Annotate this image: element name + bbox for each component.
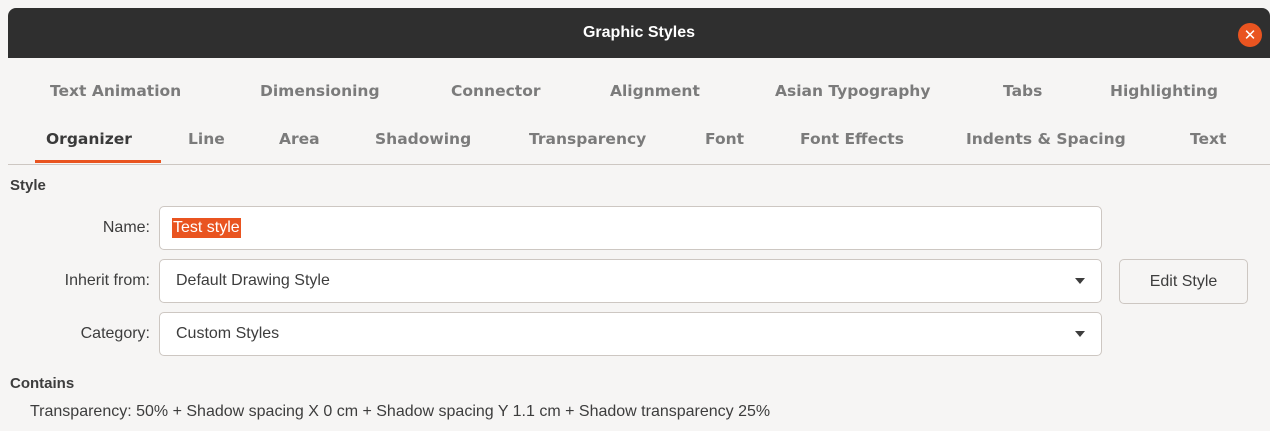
tab-line[interactable]: Line: [188, 116, 225, 162]
style-section-title: Style: [10, 177, 46, 194]
category-select[interactable]: Custom Styles: [159, 312, 1102, 356]
close-icon[interactable]: ✕: [1238, 23, 1262, 47]
active-tab-indicator: [35, 160, 161, 163]
inherit-from-select[interactable]: Default Drawing Style: [159, 259, 1102, 303]
tab-row-2: Organizer Line Area Shadowing Transparen…: [18, 116, 1270, 163]
name-field[interactable]: Test style: [159, 206, 1102, 250]
inherit-from-label: Inherit from:: [64, 272, 150, 289]
category-label: Category:: [80, 325, 150, 342]
tab-connector[interactable]: Connector: [451, 68, 541, 114]
chevron-down-icon: [1075, 331, 1085, 337]
contains-text: Transparency: 50% + Shadow spacing X 0 c…: [30, 403, 771, 420]
name-label: Name:: [102, 219, 150, 236]
edit-style-button[interactable]: Edit Style: [1119, 259, 1248, 304]
tab-indents-spacing[interactable]: Indents & Spacing: [966, 116, 1126, 162]
tab-text-animation[interactable]: Text Animation: [50, 68, 181, 114]
name-field-value: Test style: [172, 218, 241, 238]
window-title: Graphic Styles: [582, 24, 696, 41]
tab-organizer[interactable]: Organizer: [46, 116, 132, 162]
tab-asian-typography[interactable]: Asian Typography: [775, 68, 930, 114]
titlebar: Graphic Styles ✕: [8, 8, 1270, 58]
tab-transparency[interactable]: Transparency: [529, 116, 646, 162]
chevron-down-icon: [1075, 278, 1085, 284]
tab-alignment[interactable]: Alignment: [610, 68, 700, 114]
tab-shadowing[interactable]: Shadowing: [375, 116, 471, 162]
tab-font[interactable]: Font: [705, 116, 744, 162]
tab-dimensioning[interactable]: Dimensioning: [260, 68, 380, 114]
tab-row-1: Text Animation Dimensioning Connector Al…: [18, 68, 1270, 114]
inherit-from-value: Default Drawing Style: [176, 272, 330, 289]
contains-section-title: Contains: [10, 375, 75, 392]
category-value: Custom Styles: [176, 325, 280, 342]
tab-text[interactable]: Text: [1190, 116, 1226, 162]
tab-area[interactable]: Area: [279, 116, 320, 162]
tab-highlighting[interactable]: Highlighting: [1110, 68, 1218, 114]
tab-tabs[interactable]: Tabs: [1003, 68, 1042, 114]
tab-font-effects[interactable]: Font Effects: [800, 116, 904, 162]
